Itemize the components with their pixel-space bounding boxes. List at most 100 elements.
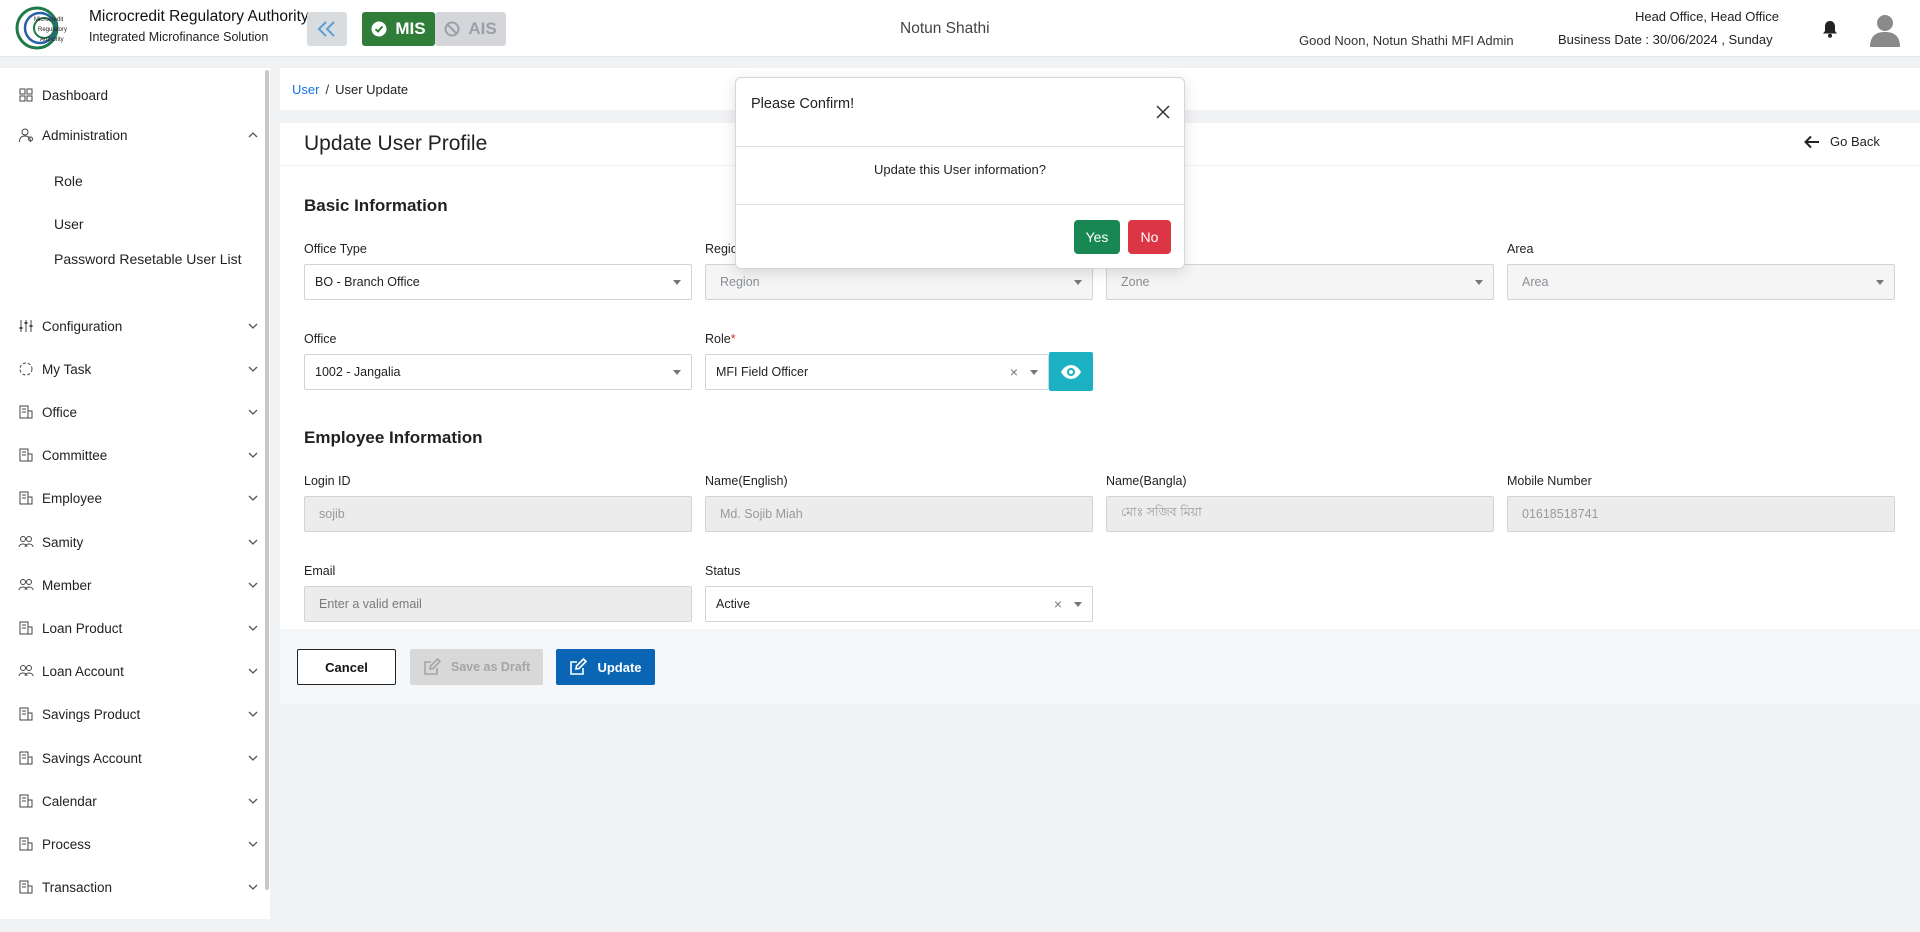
name-bangla-input[interactable]: মোঃ সজিব মিয়া [1106,496,1494,532]
sidebar-scrollbar[interactable] [265,70,269,890]
svg-text:Regulatory: Regulatory [38,27,67,33]
edit-icon [424,658,441,675]
chevron-down-icon [248,582,258,588]
update-button[interactable]: Update [556,649,655,685]
sidebar-item-office[interactable]: Office [18,397,258,427]
sidebar-item-label: Administration [42,127,128,143]
office-type-select[interactable]: BO - Branch Office [304,264,692,300]
chevron-down-icon [248,841,258,847]
sidebar-item-label: Office [42,404,78,420]
chevron-down-icon [248,323,258,329]
bell-icon[interactable] [1820,19,1840,39]
sidebar-item-administration[interactable]: Administration [18,120,258,150]
mobile-number-input[interactable]: 01618518741 [1507,496,1895,532]
building-icon [19,491,33,505]
view-role-button[interactable] [1049,352,1093,391]
mobile-number-value: 01618518741 [1522,507,1599,521]
role-label: Role* [705,332,736,346]
sidebar-subitem-role[interactable]: Role [54,172,244,190]
sidebar-item-label: My Task [42,361,92,377]
status-select[interactable]: Active × [705,586,1093,622]
chevron-down-icon [248,625,258,631]
clear-status-icon[interactable]: × [1054,596,1062,612]
sliders-icon [19,320,33,332]
office-select[interactable]: 1002 - Jangalia [304,354,692,390]
building-icon [19,837,33,851]
region-select[interactable]: Region [705,264,1093,300]
name-bangla-value: মোঃ সজিব মিয়া [1121,505,1202,519]
ais-module-button[interactable]: AIS [435,12,506,46]
sidebar-item-employee[interactable]: Employee [18,483,258,513]
sidebar-item-transaction[interactable]: Transaction [18,872,258,902]
arrow-left-icon [1804,135,1819,148]
role-select[interactable]: MFI Field Officer × [705,354,1049,390]
sidebar-item-loan-product[interactable]: Loan Product [18,613,258,643]
chevron-down-icon [1475,280,1483,285]
sidebar-item-committee[interactable]: Committee [18,440,258,470]
cancel-button[interactable]: Cancel [297,649,396,685]
sidebar-item-process[interactable]: Process [18,829,258,859]
area-label: Area [1507,242,1534,256]
email-label: Email [304,564,336,578]
area-select[interactable]: Area [1507,264,1895,300]
building-icon [19,405,33,419]
email-input[interactable]: Enter a valid email [304,586,692,622]
status-label: Status [705,564,741,578]
chevron-down-icon [1074,280,1082,285]
sidebar-item-savings-product[interactable]: Savings Product [18,699,258,729]
role-value: MFI Field Officer [716,365,809,379]
name-english-input[interactable]: Md. Sojib Miah [705,496,1093,532]
sidebar-item-configuration[interactable]: Configuration [18,311,258,341]
chevron-down-icon [248,495,258,501]
mra-logo: Microcredit Regulatory Authority [15,6,67,50]
dashboard-icon [19,88,33,102]
email-placeholder: Enter a valid email [319,597,422,611]
dialog-divider [736,204,1184,205]
breadcrumb-user-link[interactable]: User [292,82,319,97]
sidebar-item-savings-account[interactable]: Savings Account [18,743,258,773]
sidebar-item-samity[interactable]: Samity [18,527,258,557]
confirm-no-button[interactable]: No [1128,220,1171,254]
save-as-draft-button[interactable]: Save as Draft [410,649,543,685]
sidebar-subitem-user[interactable]: User [54,215,244,233]
administration-icon [19,128,33,143]
current-office: Head Office, Head Office [1634,9,1779,24]
sidebar-collapse-button[interactable] [307,12,347,46]
office-type-label: Office Type [304,242,367,256]
check-circle-icon [371,21,387,37]
zone-select[interactable]: Zone [1106,264,1494,300]
update-label: Update [597,659,642,675]
group-icon [18,579,34,591]
go-back-button[interactable]: Go Back [1804,134,1880,149]
edit-icon [570,658,588,675]
greeting-text: Good Noon, Notun Shathi MFI Admin [1299,33,1514,48]
sidebar-item-dashboard[interactable]: Dashboard [18,80,258,110]
close-icon[interactable] [1155,104,1171,120]
breadcrumb-current: User Update [335,81,409,97]
name-english-label: Name(English) [705,474,788,488]
sidebar-subitem-password-resetable[interactable]: Password Resetable User List [54,250,244,268]
confirm-yes-button[interactable]: Yes [1074,220,1120,254]
sidebar-item-loan-account[interactable]: Loan Account [18,656,258,686]
sidebar-item-label: Process [42,836,91,852]
chevron-down-icon [248,539,258,545]
sidebar-item-member[interactable]: Member [18,570,258,600]
sidebar-item-label: Loan Product [42,620,123,636]
chevron-down-icon [673,280,681,285]
status-value: Active [716,597,751,611]
chevron-down-icon [248,798,258,804]
clear-role-icon[interactable]: × [1010,364,1018,380]
mobile-number-label: Mobile Number [1507,474,1592,488]
mis-module-button[interactable]: MIS [362,12,435,46]
basic-information-title: Basic Information [304,196,448,215]
sidebar-item-my-task[interactable]: My Task [18,354,258,384]
building-icon [19,448,33,462]
sidebar-item-label: Committee [42,447,108,463]
sidebar-item-label: Savings Account [42,750,142,766]
login-id-input[interactable]: sojib [304,496,692,532]
building-icon [19,880,33,894]
sidebar-item-calendar[interactable]: Calendar [18,786,258,816]
user-avatar-icon[interactable] [1869,13,1901,47]
chevron-down-icon [248,668,258,674]
building-icon [19,621,33,635]
